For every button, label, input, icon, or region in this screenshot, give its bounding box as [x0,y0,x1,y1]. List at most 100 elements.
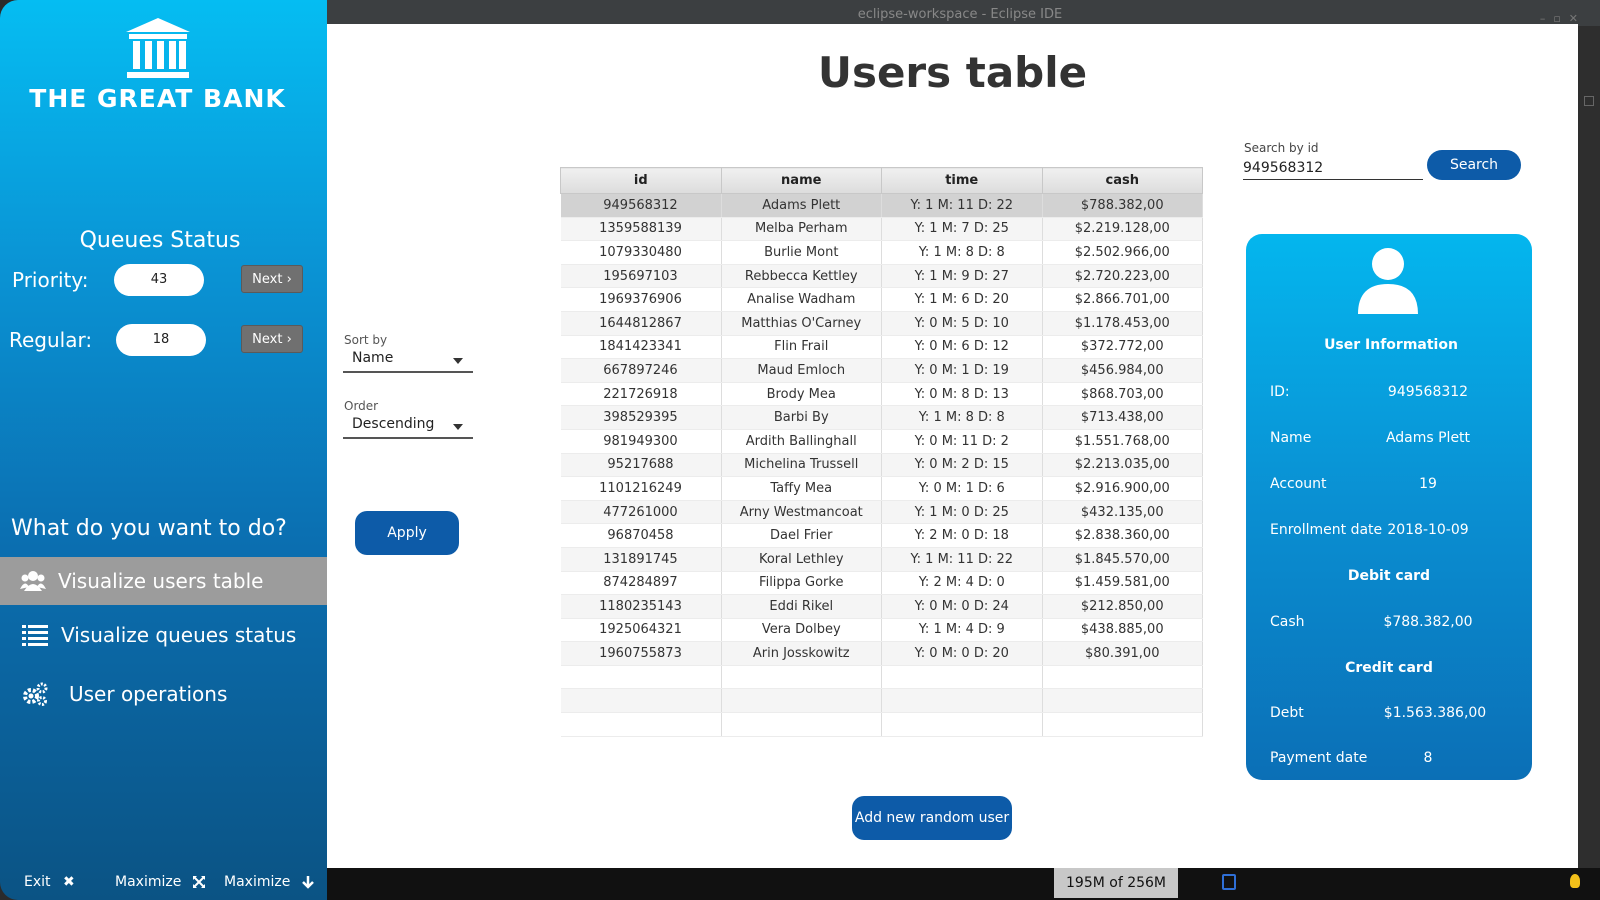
ide-right-toolbar [1578,26,1600,868]
search-button[interactable]: Search [1427,150,1521,180]
bank-icon [125,18,190,78]
cell-cash: $1.845.570,00 [1042,547,1203,572]
cell-time: Y: 2 M: 0 D: 18 [881,523,1043,548]
empty-cell [560,712,722,737]
sort-by-select[interactable]: Name [343,347,473,373]
cell-id: 1925064321 [560,618,722,643]
toolbar-icon[interactable] [1584,96,1594,106]
cell-cash: $432.135,00 [1042,500,1203,525]
exit-label: Exit [24,874,51,890]
user-avatar-icon [1358,248,1418,314]
regular-next-button[interactable]: Next › [241,325,303,353]
cell-name: Dael Frier [721,523,882,548]
cell-time: Y: 0 M: 2 D: 15 [881,453,1043,478]
search-id-input[interactable] [1243,156,1423,180]
table-row[interactable]: 477261000 Arny Westmancoat Y: 1 M: 0 D: 25… [560,500,1203,525]
empty-cell [1042,688,1203,714]
table-row[interactable]: 1969376906 Analise Wadham Y: 1 M: 6 D: 20 $… [560,287,1203,312]
nav-label: Visualize queues status [61,623,297,647]
empty-cell [1042,712,1203,737]
cell-cash: $788.382,00 [1042,193,1203,218]
table-row[interactable]: 195697103 Rebbecca Kettley Y: 1 M: 9 D: 27… [560,264,1203,289]
sidebar: THE GREAT BANK Queues Status Priority: 4… [0,0,327,900]
priority-next-button[interactable]: Next › [241,265,303,293]
bank-name: THE GREAT BANK [29,84,286,113]
column-header-name[interactable]: name [720,167,882,194]
garbage-collect-icon[interactable] [1222,874,1236,890]
cell-name: Arin Josskowitz [721,641,882,666]
chevron-down-icon [453,358,463,364]
cell-time: Y: 0 M: 6 D: 12 [881,335,1043,360]
cell-name: Flin Frail [721,335,882,360]
column-header-cash[interactable]: cash [1041,167,1203,194]
table-row[interactable]: 1101216249 Taffy Mea Y: 0 M: 1 D: 6 $2.916.… [560,476,1203,501]
cell-time: Y: 0 M: 5 D: 10 [881,311,1043,336]
table-row[interactable]: 1841423341 Flin Frail Y: 0 M: 6 D: 12 $372.… [560,335,1203,360]
exit-button[interactable]: Exit ✖ [24,874,75,890]
cell-name: Michelina Trussell [721,453,882,478]
cell-cash: $713.438,00 [1042,405,1203,430]
cell-time: Y: 1 M: 7 D: 25 [881,217,1043,242]
debt-value: $1.563.386,00 [1383,705,1487,721]
cell-id: 1180235143 [560,594,722,619]
table-row[interactable]: 398529395 Barbi By Y: 1 M: 8 D: 8 $713.438,… [560,405,1203,430]
table-row[interactable]: 221726918 Brody Mea Y: 0 M: 8 D: 13 $868.70… [560,382,1203,407]
table-row[interactable]: 1359588139 Melba Perham Y: 1 M: 7 D: 25 $2.… [560,217,1203,242]
nav-label: Visualize users table [58,569,264,593]
ide-status-bar [320,868,1600,900]
cell-cash: $456.984,00 [1042,358,1203,383]
credit-card-title: Credit card [1345,660,1433,676]
nav-user-operations[interactable]: User operations [0,670,327,718]
cell-cash: $80.391,00 [1042,641,1203,666]
cell-id: 398529395 [560,405,722,430]
cell-id: 131891745 [560,547,722,572]
cell-id: 221726918 [560,382,722,407]
cell-cash: $2.916.900,00 [1042,476,1203,501]
table-row[interactable]: 874284897 Filippa Gorke Y: 2 M: 4 D: 0 $1.4… [560,571,1203,596]
apply-button[interactable]: Apply [355,511,459,555]
cash-value: $788.382,00 [1383,614,1473,630]
window-titlebar: eclipse-workspace - Eclipse IDE –▫✕ [320,0,1600,26]
heap-status[interactable]: 195M of 256M [1054,868,1178,898]
regular-count: 18 [116,324,206,356]
cell-cash: $2.838.360,00 [1042,523,1203,548]
maximize-label: Maximize [115,874,182,890]
cell-name: Ardith Ballinghall [721,429,882,454]
table-row[interactable]: 949568312 Adams Plett Y: 1 M: 11 D: 22 $788… [560,193,1203,218]
order-value: Descending [352,416,435,432]
maximize-button[interactable]: Maximize [115,874,206,890]
nav-visualize-users-table[interactable]: Visualize users table [0,557,327,605]
column-header-id[interactable]: id [560,167,722,194]
table-row[interactable]: 95217688 Michelina Trussell Y: 0 M: 2 D: 1… [560,453,1203,478]
cell-name: Vera Dolbey [721,618,882,643]
table-row[interactable]: 131891745 Koral Lethley Y: 1 M: 11 D: 22 $1… [560,547,1203,572]
table-row[interactable]: 1925064321 Vera Dolbey Y: 1 M: 4 D: 9 $438.… [560,618,1203,643]
cell-cash: $1.459.581,00 [1042,571,1203,596]
table-row[interactable]: 1180235143 Eddi Rikel Y: 0 M: 0 D: 24 $212.… [560,594,1203,619]
add-random-user-button[interactable]: Add new random user [852,796,1012,840]
cell-id: 1101216249 [560,476,722,501]
cell-id: 95217688 [560,453,722,478]
cell-time: Y: 1 M: 9 D: 27 [881,264,1043,289]
table-row[interactable]: 1960755873 Arin Josskowitz Y: 0 M: 0 D: 20… [560,641,1203,666]
table-row[interactable]: 981949300 Ardith Ballinghall Y: 0 M: 11 D:… [560,429,1203,454]
tip-bulb-icon[interactable] [1570,874,1580,888]
cell-id: 195697103 [560,264,722,289]
nav-label: User operations [69,682,228,706]
table-row[interactable]: 1644812867 Matthias O'Carney Y: 0 M: 5 D: … [560,311,1203,336]
expand-icon [192,876,205,888]
column-header-time[interactable]: time [881,167,1043,194]
minimize-button[interactable]: Maximize [224,874,315,890]
regular-next-label: Next [252,332,283,347]
sort-by-value: Name [352,350,394,366]
table-row[interactable]: 1079330480 Burlie Mont Y: 1 M: 8 D: 8 $2.50… [560,240,1203,265]
table-row[interactable]: 96870458 Dael Frier Y: 2 M: 0 D: 18 $2.838.… [560,523,1203,548]
order-select[interactable]: Descending [343,413,473,439]
nav-visualize-queues-status[interactable]: Visualize queues status [0,611,327,659]
cell-time: Y: 1 M: 8 D: 8 [881,240,1043,265]
cell-cash: $2.213.035,00 [1042,453,1203,478]
cell-name: Eddi Rikel [721,594,882,619]
table-row[interactable]: 667897246 Maud Emloch Y: 0 M: 1 D: 19 $456.… [560,358,1203,383]
priority-count: 43 [114,264,204,296]
cell-name: Arny Westmancoat [721,500,882,525]
